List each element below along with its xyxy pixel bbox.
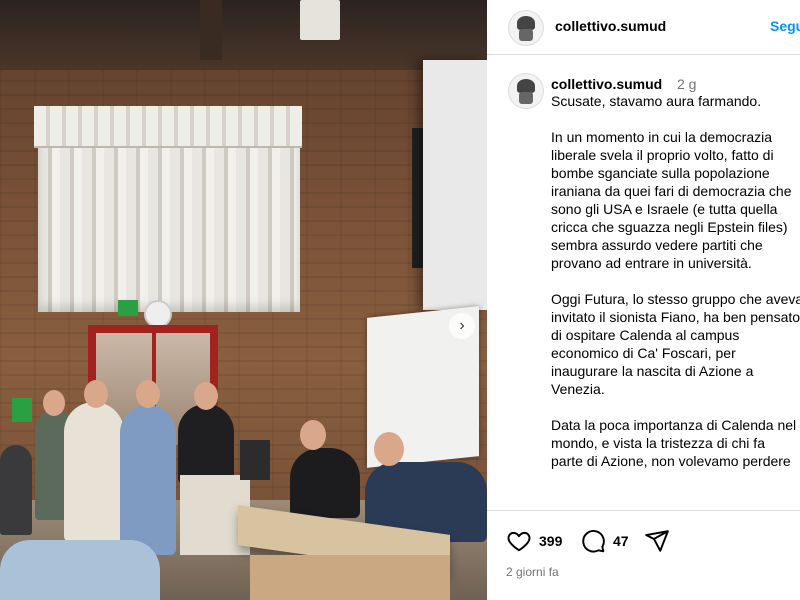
caption-paragraph: Oggi Futura, lo stesso gruppo che aveva … xyxy=(551,291,800,397)
photo-person-head xyxy=(374,432,404,466)
photo-person xyxy=(64,402,124,542)
comment-count[interactable]: 47 xyxy=(613,533,629,549)
post-side-panel: collettivo.sumud Segui collettivo.sumud … xyxy=(487,0,800,600)
caption-paragraph: Scusate, stavamo aura farmando. xyxy=(551,93,762,109)
photo-light xyxy=(300,0,340,40)
photo-person-head xyxy=(136,380,160,408)
caption-paragraph: In un momento in cui la democrazia liber… xyxy=(551,129,792,271)
photo-person-head xyxy=(300,420,326,450)
photo-person-head xyxy=(84,380,108,408)
like-count[interactable]: 399 xyxy=(539,533,562,549)
share-icon[interactable] xyxy=(644,528,670,554)
chevron-right-icon: › xyxy=(459,317,465,334)
photo-exit-sign xyxy=(118,300,138,316)
photo-person xyxy=(178,404,234,484)
photo-projection-screen xyxy=(423,60,487,310)
caption-avatar[interactable] xyxy=(508,73,544,109)
avatar[interactable] xyxy=(508,10,544,46)
photo-ceiling xyxy=(0,0,487,70)
caption-text: Scusate, stavamo aura farmando. In un mo… xyxy=(551,92,800,510)
follow-button[interactable]: Segui xyxy=(770,18,800,34)
caption-time[interactable]: 2 g xyxy=(677,76,696,92)
post-header: collettivo.sumud Segui xyxy=(487,0,800,55)
divider xyxy=(487,510,800,511)
caption-username[interactable]: collettivo.sumud xyxy=(551,76,662,92)
photo-green-box xyxy=(12,398,32,422)
photo-person xyxy=(290,448,360,518)
photo-desk-front xyxy=(250,555,450,600)
photo-curtain-valance xyxy=(34,106,302,148)
heart-icon[interactable] xyxy=(506,528,532,554)
header-username[interactable]: collettivo.sumud xyxy=(555,18,666,34)
caption-paragraph: Data la poca importanza di Calenda nel m… xyxy=(551,417,797,469)
photo-person-head xyxy=(194,382,218,410)
photo-chair xyxy=(0,540,160,600)
post-photo[interactable]: › xyxy=(0,0,487,600)
photo-clock xyxy=(144,300,172,328)
photo-person xyxy=(0,445,32,535)
photo-laptop xyxy=(240,440,270,480)
photo-person-head xyxy=(43,390,65,416)
post-date[interactable]: 2 giorni fa xyxy=(506,565,559,579)
photo-beam xyxy=(200,0,222,60)
next-image-button[interactable]: › xyxy=(449,313,475,339)
comment-icon[interactable] xyxy=(580,528,606,554)
photo-person xyxy=(120,405,176,555)
